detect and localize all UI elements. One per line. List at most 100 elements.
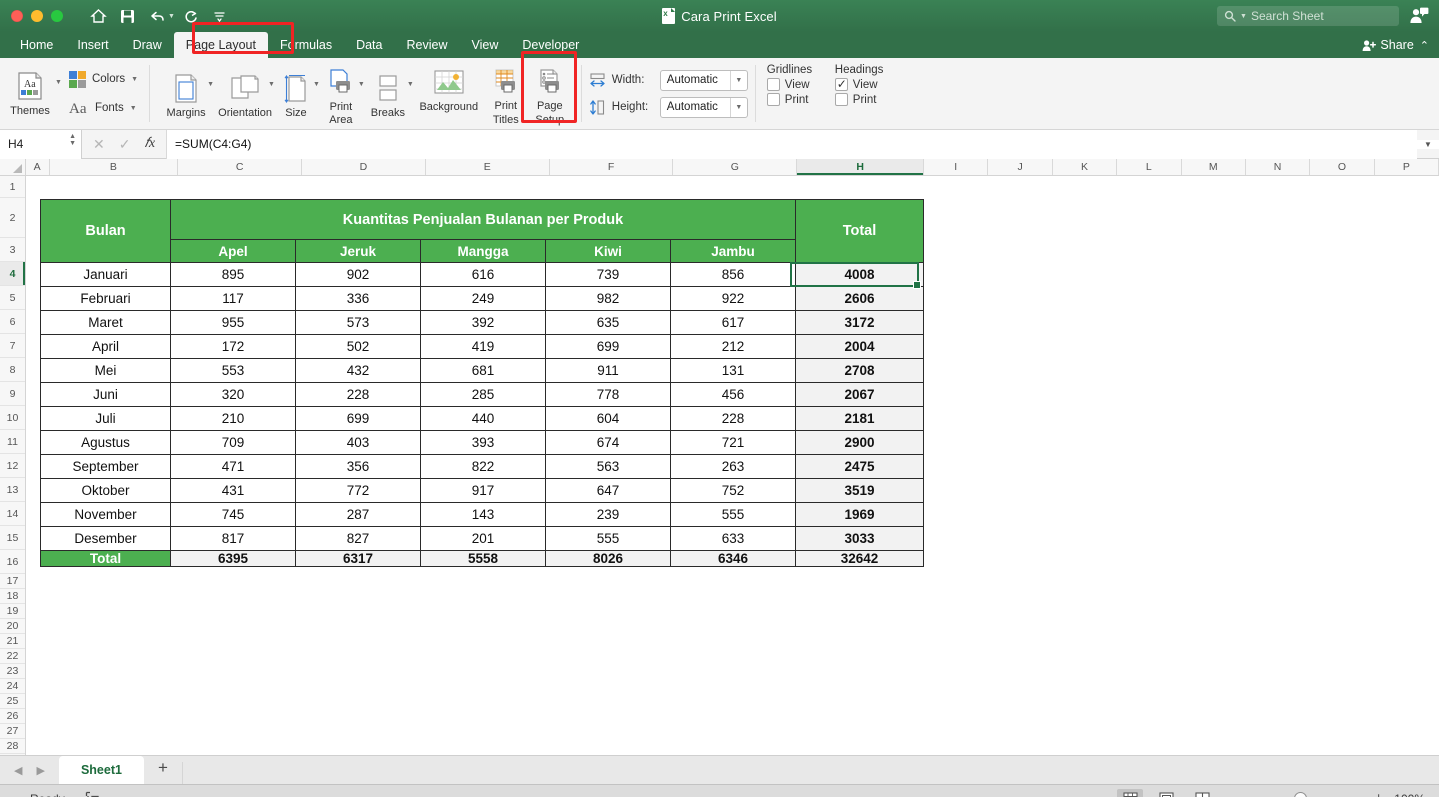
cell-apel[interactable]: 117 [170, 286, 296, 311]
row-header-16[interactable]: 16 [0, 550, 25, 574]
total-apel[interactable]: 6395 [170, 550, 296, 567]
tab-formulas[interactable]: Formulas [268, 32, 344, 58]
cell-jeruk[interactable]: 403 [295, 430, 421, 455]
total-jeruk[interactable]: 6317 [295, 550, 421, 567]
column-header-N[interactable]: N [1245, 159, 1311, 175]
table-row[interactable]: September 471 356 822 563 263 2475 [40, 454, 924, 479]
cell-month[interactable]: Agustus [40, 430, 171, 455]
cell-apel[interactable]: 431 [170, 478, 296, 503]
breaks-caret-icon[interactable]: ▼ [407, 81, 414, 88]
row-header-21[interactable]: 21 [0, 634, 25, 649]
cell-kiwi[interactable]: 739 [545, 262, 671, 287]
width-select[interactable]: Automatic ▼ [659, 69, 748, 91]
column-header-O[interactable]: O [1310, 159, 1375, 175]
cell-jeruk[interactable]: 356 [295, 454, 421, 479]
cell-jambu[interactable]: 263 [670, 454, 796, 479]
tab-view[interactable]: View [459, 32, 510, 58]
cell-apel[interactable]: 955 [170, 310, 296, 335]
cell-total[interactable]: 3519 [795, 478, 924, 503]
row-header-6[interactable]: 6 [0, 310, 25, 334]
row-header-10[interactable]: 10 [0, 406, 25, 430]
row-header-7[interactable]: 7 [0, 334, 25, 358]
cell-apel[interactable]: 709 [170, 430, 296, 455]
cell-jeruk[interactable]: 336 [295, 286, 421, 311]
cell-month[interactable]: Juli [40, 406, 171, 431]
cell-total[interactable]: 4008 [795, 262, 924, 287]
cell-apel[interactable]: 553 [170, 358, 296, 383]
gridlines-print-checkbox[interactable]: Print [766, 93, 825, 106]
zoom-slider-thumb[interactable] [1294, 792, 1308, 797]
maximize-window-button[interactable] [51, 10, 63, 22]
table-row[interactable]: Agustus 709 403 393 674 721 2900 [40, 430, 924, 455]
cell-month[interactable]: Maret [40, 310, 171, 335]
cell-kiwi[interactable]: 604 [545, 406, 671, 431]
table-row[interactable]: Juni 320 228 285 778 456 2067 [40, 382, 924, 407]
themes-button[interactable]: Aa Themes [6, 65, 54, 118]
cell-jeruk[interactable]: 902 [295, 262, 421, 287]
cell-apel[interactable]: 817 [170, 526, 296, 551]
row-header-8[interactable]: 8 [0, 358, 25, 382]
column-header-B[interactable]: B [49, 159, 179, 175]
redo-icon[interactable] [178, 4, 204, 28]
cell-total[interactable]: 2708 [795, 358, 924, 383]
cell-total[interactable]: 2181 [795, 406, 924, 431]
quick-access-toolbar[interactable]: ▼ [85, 4, 233, 28]
column-header-H[interactable]: H [797, 159, 925, 175]
tab-insert[interactable]: Insert [65, 32, 120, 58]
window-controls[interactable] [0, 10, 63, 22]
cell-jambu[interactable]: 228 [670, 406, 796, 431]
cell-kiwi[interactable]: 674 [545, 430, 671, 455]
tab-page-layout[interactable]: Page Layout [173, 32, 268, 58]
cell-mangga[interactable]: 143 [420, 502, 546, 527]
row-header-29[interactable]: 29 [0, 754, 25, 755]
headings-print-box-icon[interactable] [834, 93, 848, 106]
height-dropdown-icon[interactable]: ▼ [729, 97, 747, 117]
cell-jeruk[interactable]: 228 [295, 382, 421, 407]
row-header-24[interactable]: 24 [0, 679, 25, 694]
cell-kiwi[interactable]: 647 [545, 478, 671, 503]
zoom-level-label[interactable]: 100% [1393, 792, 1431, 797]
select-all-corner[interactable] [0, 159, 26, 175]
prev-sheet-icon[interactable]: ◀ [14, 764, 22, 777]
cell-mangga[interactable]: 917 [420, 478, 546, 503]
undo-icon[interactable] [143, 4, 169, 28]
add-sheet-button[interactable]: + [144, 758, 182, 784]
cell-jambu[interactable]: 721 [670, 430, 796, 455]
cell-kiwi[interactable]: 911 [545, 358, 671, 383]
total-mangga[interactable]: 5558 [420, 550, 546, 567]
cell-jambu[interactable]: 752 [670, 478, 796, 503]
zoom-out-button[interactable]: − [1225, 791, 1234, 797]
cell-mangga[interactable]: 201 [420, 526, 546, 551]
row-header-13[interactable]: 13 [0, 478, 25, 502]
row-header-15[interactable]: 15 [0, 526, 25, 550]
table-total-row[interactable]: Total 6395 6317 5558 8026 6346 32642 [40, 550, 924, 567]
normal-view-icon[interactable] [1117, 788, 1144, 797]
gridlines-view-box-icon[interactable] [766, 78, 780, 91]
formula-expand-icon[interactable]: ▼ [1417, 139, 1439, 149]
cell-total[interactable]: 2475 [795, 454, 924, 479]
size-button[interactable]: Size [275, 67, 317, 120]
cell-apel[interactable]: 320 [170, 382, 296, 407]
column-header-A[interactable]: A [25, 159, 50, 175]
cell-total[interactable]: 1969 [795, 502, 924, 527]
accessibility-icon[interactable] [65, 791, 100, 797]
row-header-9[interactable]: 9 [0, 382, 25, 406]
column-header-L[interactable]: L [1117, 159, 1182, 175]
formula-input[interactable]: =SUM(C4:G4) [166, 129, 1417, 159]
cell-kiwi[interactable]: 778 [545, 382, 671, 407]
table-row[interactable]: April 172 502 419 699 212 2004 [40, 334, 924, 359]
undo-caret-icon[interactable]: ▼ [168, 13, 175, 20]
cell-apel[interactable]: 745 [170, 502, 296, 527]
page-layout-view-icon[interactable] [1153, 789, 1179, 797]
column-header-G[interactable]: G [673, 159, 798, 175]
column-header-E[interactable]: E [425, 159, 550, 175]
cell-kiwi[interactable]: 699 [545, 334, 671, 359]
cell-kiwi[interactable]: 982 [545, 286, 671, 311]
cell-month[interactable]: Mei [40, 358, 171, 383]
cell-total[interactable]: 2067 [795, 382, 924, 407]
headings-view-checkbox[interactable]: View [834, 77, 893, 91]
row-header-19[interactable]: 19 [0, 604, 25, 619]
cell-mangga[interactable]: 249 [420, 286, 546, 311]
cell-mangga[interactable]: 393 [420, 430, 546, 455]
table-row[interactable]: Desember 817 827 201 555 633 3033 [40, 526, 924, 551]
